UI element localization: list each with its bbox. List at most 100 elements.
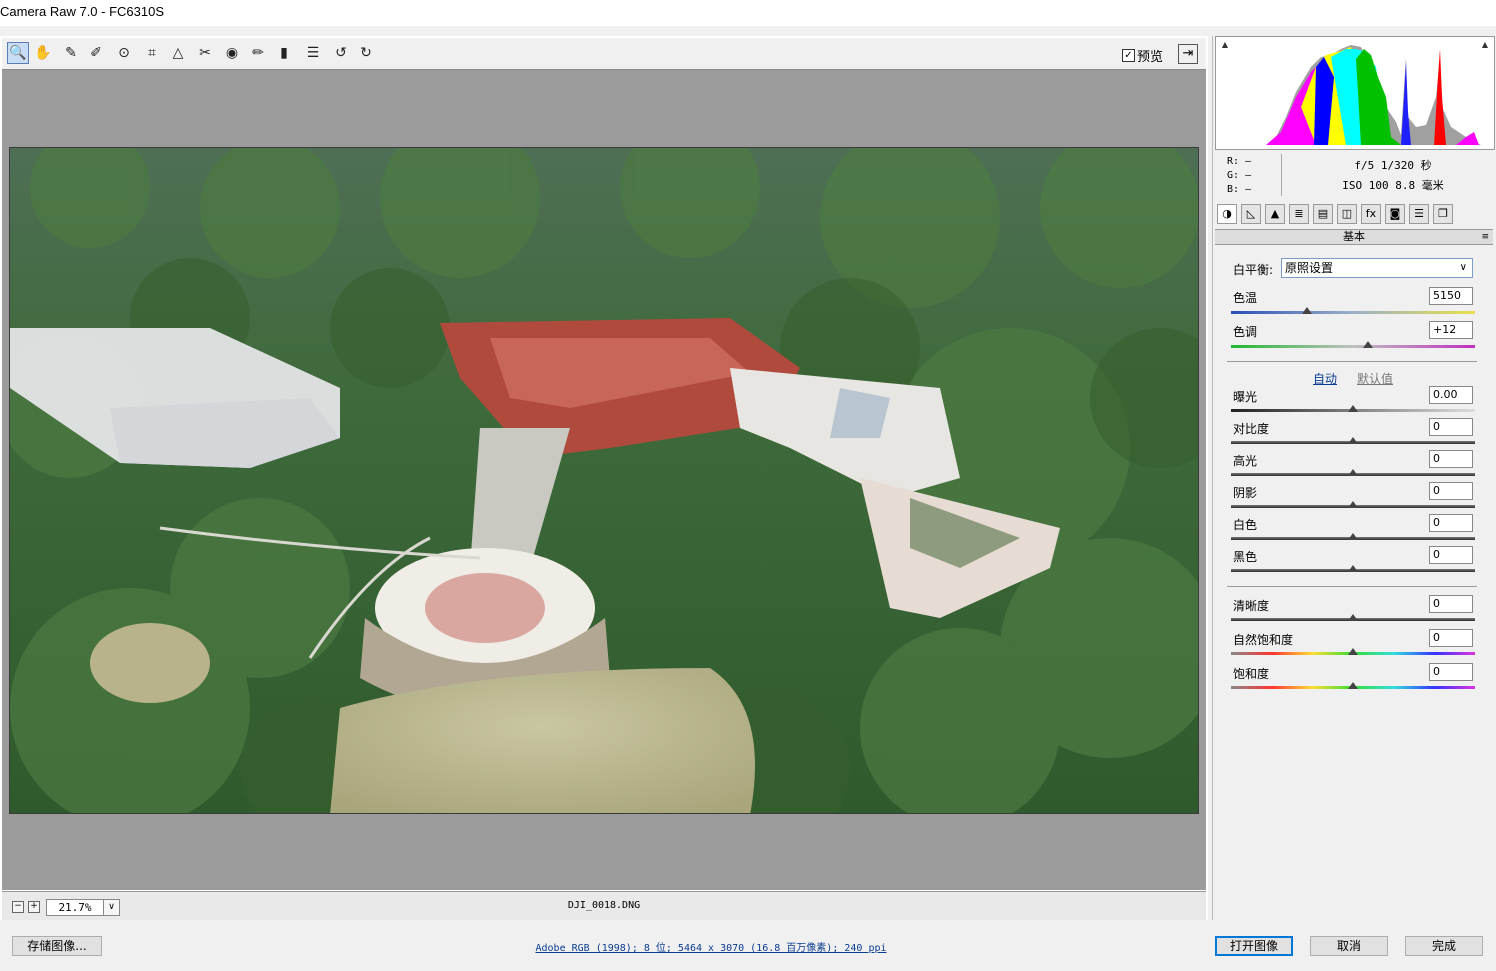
- highlights-slider-thumb[interactable]: [1348, 469, 1358, 476]
- blacks-slider[interactable]: [1231, 565, 1475, 572]
- vibrance-label: 自然饱和度: [1233, 633, 1294, 647]
- whites-slider-thumb[interactable]: [1348, 533, 1358, 540]
- whites-value[interactable]: 0: [1429, 514, 1473, 532]
- tab-tone-curve[interactable]: ◺: [1241, 204, 1261, 224]
- default-link[interactable]: 默认值: [1357, 370, 1393, 387]
- panel-menu-icon[interactable]: ≡: [1481, 230, 1489, 244]
- panel-tabs: ◑ ◺ ▲ ≣ ▤ ◫ fx ◙ ☰ ❐: [1215, 204, 1493, 228]
- white-balance-select[interactable]: 原照设置 ∨: [1281, 258, 1473, 278]
- saturation-slider-thumb[interactable]: [1348, 682, 1358, 689]
- fullscreen-icon: ⇥: [1182, 46, 1194, 61]
- auto-link[interactable]: 自动: [1313, 370, 1337, 387]
- exposure-slider[interactable]: [1231, 405, 1475, 412]
- contrast-label: 对比度: [1233, 422, 1270, 436]
- tab-snapshots[interactable]: ❐: [1433, 204, 1453, 224]
- hand-tool-button[interactable]: ✋: [32, 42, 54, 64]
- graduated-filter-tool-button[interactable]: ▮: [273, 42, 295, 64]
- saturation-slider[interactable]: [1231, 682, 1475, 689]
- tab-hsl[interactable]: ≣: [1289, 204, 1309, 224]
- list-icon: ☰: [306, 45, 320, 61]
- vibrance-slider[interactable]: [1231, 648, 1475, 655]
- rotate-right-button[interactable]: ↻: [355, 42, 377, 64]
- preferences-button[interactable]: ☰: [302, 42, 324, 64]
- tab-basic[interactable]: ◑: [1217, 204, 1237, 224]
- tab-camera-calibration[interactable]: ◙: [1385, 204, 1405, 224]
- straighten-tool-button[interactable]: △: [167, 42, 189, 64]
- tint-value[interactable]: +12: [1429, 321, 1473, 339]
- shadows-value[interactable]: 0: [1429, 482, 1473, 500]
- tab-presets[interactable]: ☰: [1409, 204, 1429, 224]
- section-divider: [1227, 586, 1477, 587]
- status-bar: − + 21.7% ∨ DJI_0018.DNG: [2, 891, 1206, 920]
- blacks-slider-thumb[interactable]: [1348, 565, 1358, 572]
- tab-split-toning[interactable]: ▤: [1313, 204, 1333, 224]
- highlights-value[interactable]: 0: [1429, 450, 1473, 468]
- clarity-slider[interactable]: [1231, 614, 1475, 621]
- tint-slider[interactable]: [1231, 341, 1475, 348]
- done-button[interactable]: 完成: [1405, 936, 1483, 956]
- graduated-filter-icon: ▮: [280, 45, 288, 61]
- section-divider: [1227, 361, 1477, 362]
- tab-effects[interactable]: fx: [1361, 204, 1381, 224]
- exposure-label: 曝光: [1233, 390, 1258, 404]
- spot-removal-tool-button[interactable]: ✂: [194, 42, 216, 64]
- temperature-slider-thumb[interactable]: [1301, 307, 1312, 314]
- whites-slider[interactable]: [1231, 533, 1475, 540]
- tab-detail[interactable]: ▲: [1265, 204, 1285, 224]
- contrast-value[interactable]: 0: [1429, 418, 1473, 436]
- checkbox-box[interactable]: ✓: [1122, 49, 1135, 62]
- rotate-right-icon: ↻: [360, 45, 372, 61]
- file-name: DJI_0018.DNG: [567, 900, 641, 911]
- cancel-button[interactable]: 取消: [1310, 936, 1388, 956]
- histogram-graph: [1266, 45, 1481, 145]
- right-panel: ▲ ▲ R: — G: — B: — f/5 1/320 秒 ISO 100 8…: [1212, 36, 1495, 920]
- contrast-slider-thumb[interactable]: [1348, 437, 1358, 444]
- preview-label: 预览: [1137, 50, 1164, 65]
- clarity-label: 清晰度: [1233, 599, 1270, 613]
- tint-slider-thumb[interactable]: [1362, 341, 1373, 348]
- crop-tool-button[interactable]: ⌗: [141, 42, 163, 64]
- shadows-slider[interactable]: [1231, 501, 1475, 508]
- histogram: ▲ ▲: [1215, 36, 1495, 150]
- clarity-value[interactable]: 0: [1429, 595, 1473, 613]
- blacks-label: 黑色: [1233, 550, 1258, 564]
- temperature-slider[interactable]: [1231, 307, 1475, 314]
- blacks-value[interactable]: 0: [1429, 546, 1473, 564]
- exposure-value[interactable]: 0.00: [1429, 386, 1473, 404]
- workflow-options-link[interactable]: Adobe RGB (1998); 8 位; 5464 x 3070 (16.8…: [0, 939, 1422, 954]
- red-eye-icon: ◉: [225, 45, 239, 61]
- shadow-clipping-toggle[interactable]: ▲: [1220, 40, 1230, 50]
- color-sampler-tool-button[interactable]: ✐: [85, 42, 107, 64]
- vibrance-slider-thumb[interactable]: [1348, 648, 1358, 655]
- exposure-slider-thumb[interactable]: [1348, 405, 1358, 412]
- highlight-clipping-toggle[interactable]: ▲: [1480, 40, 1490, 50]
- contrast-slider[interactable]: [1231, 437, 1475, 444]
- exif-iso-focal: ISO 100 8.8 毫米: [1342, 179, 1444, 192]
- saturation-value[interactable]: 0: [1429, 663, 1473, 681]
- window-title: Camera Raw 7.0 - FC6310S: [0, 4, 165, 19]
- spot-removal-icon: ✂: [199, 45, 211, 61]
- highlights-slider[interactable]: [1231, 469, 1475, 476]
- shadows-slider-thumb[interactable]: [1348, 501, 1358, 508]
- panel-header: 基本 ≡: [1215, 229, 1493, 245]
- targeted-adjustment-tool-button[interactable]: ⊙: [113, 42, 135, 64]
- chevron-down-icon: ∨: [1459, 262, 1467, 273]
- white-balance-tool-button[interactable]: ✎: [60, 42, 82, 64]
- temperature-value[interactable]: 5150: [1429, 287, 1473, 305]
- vibrance-value[interactable]: 0: [1429, 629, 1473, 647]
- tint-label: 色调: [1233, 325, 1258, 339]
- red-eye-tool-button[interactable]: ◉: [221, 42, 243, 64]
- adjustment-brush-tool-button[interactable]: ✏: [247, 42, 269, 64]
- open-image-button[interactable]: 打开图像: [1215, 936, 1293, 956]
- tab-lens-corrections[interactable]: ◫: [1337, 204, 1357, 224]
- shadows-label: 阴影: [1233, 486, 1258, 500]
- clarity-slider-thumb[interactable]: [1348, 614, 1358, 621]
- zoom-tool-button[interactable]: 🔍: [7, 42, 29, 64]
- rotate-left-button[interactable]: ↺: [330, 42, 352, 64]
- toolbar: 🔍 ✋ ✎ ✐ ⊙ ⌗ △ ✂ ◉ ✏ ▮ ☰ ↺ ↻: [2, 38, 1206, 70]
- fullscreen-button[interactable]: ⇥: [1178, 44, 1198, 64]
- bottom-bar: 存储图像... Adobe RGB (1998); 8 位; 5464 x 30…: [0, 920, 1496, 971]
- g-label: G:: [1227, 170, 1240, 181]
- preview-checkbox[interactable]: ✓ 预览: [1122, 46, 1163, 65]
- preview-image[interactable]: [9, 147, 1199, 814]
